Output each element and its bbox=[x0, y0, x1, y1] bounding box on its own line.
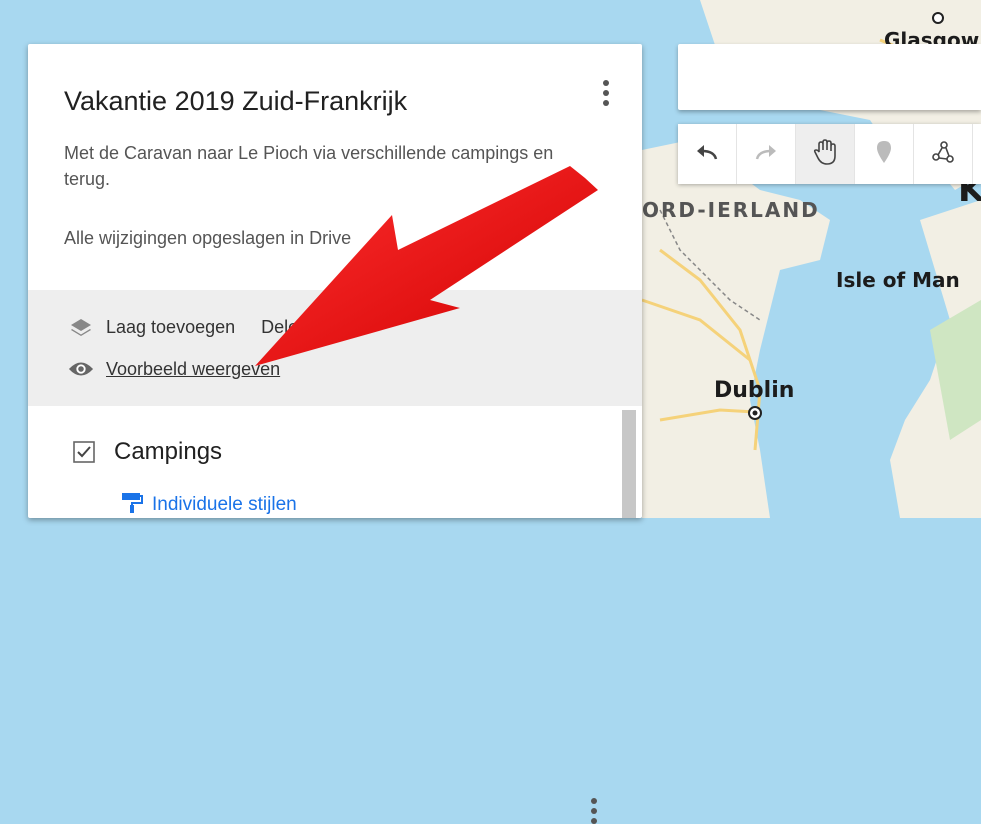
add-layer-label: Laag toevoegen bbox=[106, 316, 236, 337]
eye-icon bbox=[68, 358, 94, 380]
layers-icon bbox=[68, 316, 94, 338]
paint-roller-icon bbox=[120, 490, 144, 520]
marker-icon bbox=[874, 139, 894, 170]
share-label[interactable]: Delen bbox=[261, 317, 308, 338]
glasgow-marker bbox=[932, 12, 944, 24]
panel-actions: Laag toevoegen Delen Voorbeeld weergeven bbox=[28, 290, 642, 406]
layer-campings: Campings Individuele stijlen bbox=[28, 406, 642, 824]
panel-scrollbar[interactable] bbox=[622, 410, 636, 518]
pan-tool-button[interactable] bbox=[796, 124, 855, 184]
map-options-menu-icon[interactable] bbox=[594, 80, 618, 106]
redo-icon bbox=[753, 142, 779, 167]
label-northern-ireland: ORD-IERLAND bbox=[642, 198, 820, 222]
label-dublin: Dublin bbox=[714, 378, 795, 403]
map-title[interactable]: Vakantie 2019 Zuid-Frankrijk bbox=[64, 86, 407, 117]
layer-name[interactable]: Campings bbox=[114, 438, 222, 466]
preview-button[interactable]: Voorbeeld weergeven bbox=[68, 358, 280, 380]
map-details-panel: Vakantie 2019 Zuid-Frankrijk Met de Cara… bbox=[28, 44, 642, 824]
dublin-marker-dot bbox=[752, 410, 758, 416]
hand-icon bbox=[812, 138, 838, 171]
map-description[interactable]: Met de Caravan naar Le Pioch via verschi… bbox=[64, 140, 594, 192]
draw-line-icon bbox=[930, 139, 956, 170]
undo-icon bbox=[694, 142, 720, 167]
add-layer-button[interactable]: Laag toevoegen Delen bbox=[68, 316, 308, 338]
individual-styles-link[interactable]: Individuele stijlen bbox=[120, 490, 297, 520]
layer-options-menu-icon[interactable] bbox=[582, 798, 606, 824]
layer-visibility-checkbox[interactable] bbox=[72, 440, 96, 469]
individual-styles-label: Individuele stijlen bbox=[152, 494, 297, 515]
undo-button[interactable] bbox=[678, 124, 737, 184]
save-status: Alle wijzigingen opgeslagen in Drive bbox=[64, 228, 352, 248]
label-isle-of-man: Isle of Man bbox=[836, 268, 960, 292]
map-toolbar bbox=[678, 124, 981, 184]
draw-line-button[interactable] bbox=[914, 124, 973, 184]
redo-button[interactable] bbox=[737, 124, 796, 184]
add-marker-button[interactable] bbox=[855, 124, 914, 184]
preview-label[interactable]: Voorbeeld weergeven bbox=[106, 359, 280, 380]
search-box[interactable] bbox=[678, 44, 981, 110]
